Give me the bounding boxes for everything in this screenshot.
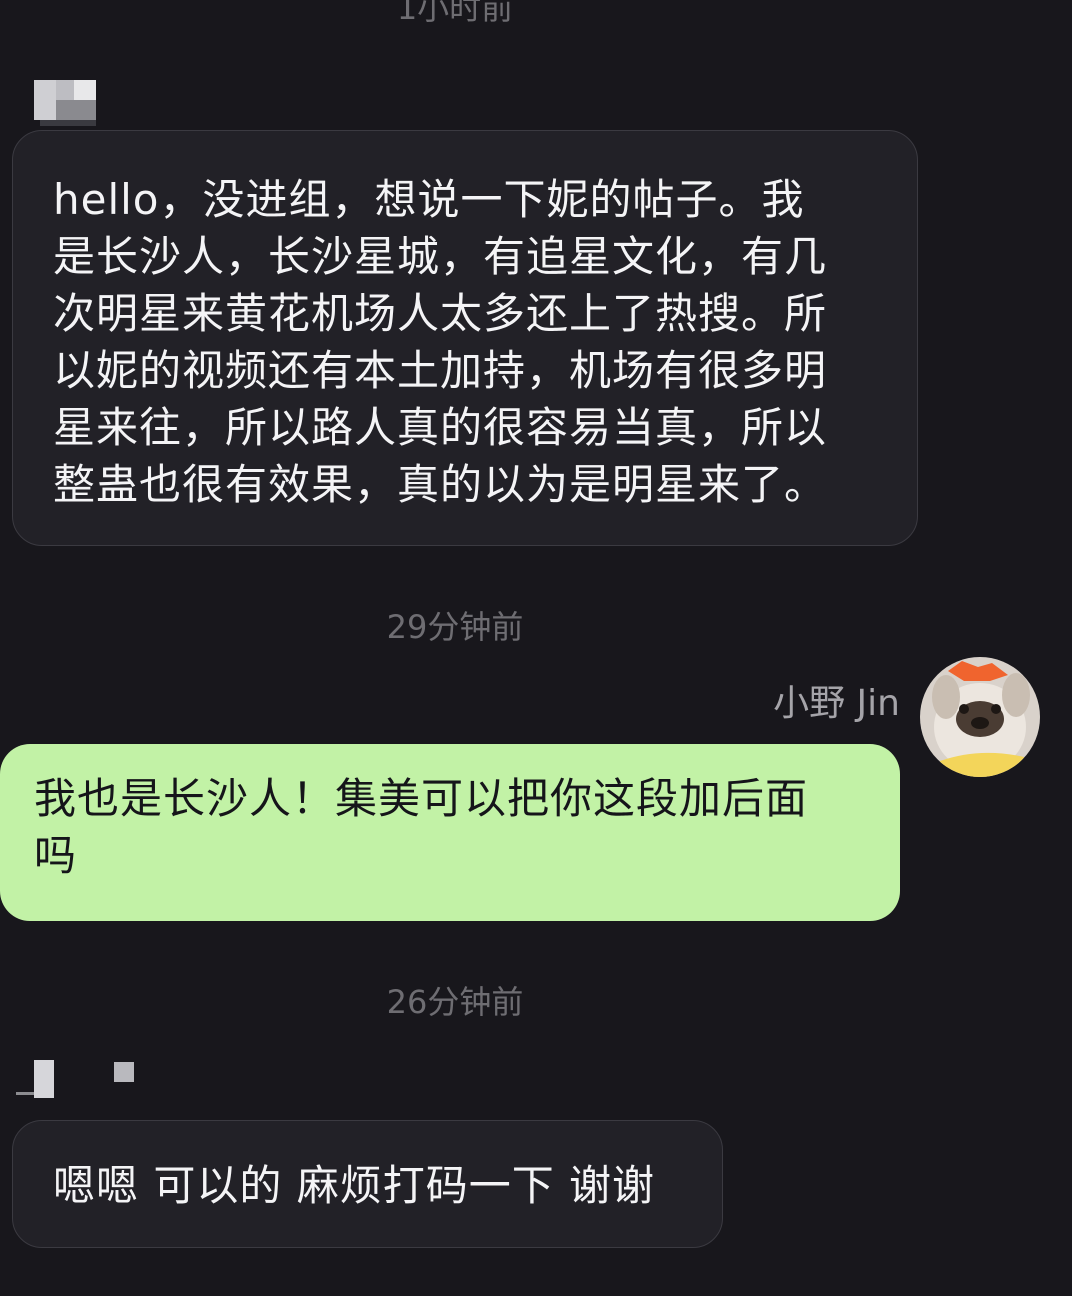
sender-name: 小野 Jin bbox=[773, 683, 900, 724]
timestamp-bottom: 26分钟前 bbox=[386, 983, 524, 1021]
message-text: 嗯嗯 可以的 麻烦打码一下 谢谢 bbox=[53, 1161, 656, 1210]
user-avatar[interactable] bbox=[920, 657, 1040, 777]
dog-avatar-icon bbox=[920, 657, 1040, 777]
censored-sender-name bbox=[34, 80, 96, 126]
timestamp-middle: 29分钟前 bbox=[386, 608, 524, 646]
timestamp-top: 1小时前 bbox=[396, 0, 514, 27]
outgoing-message-bubble[interactable]: 我也是长沙人！集美可以把你这段加后面 吗 bbox=[0, 744, 900, 921]
chat-screen: 1小时前 hello，没进组，想说一下妮的帖子。我 是长沙人，长沙星城，有追星文… bbox=[0, 0, 1072, 1296]
message-text: hello，没进组，想说一下妮的帖子。我 是长沙人，长沙星城，有追星文化，有几 … bbox=[53, 175, 828, 509]
incoming-message-bubble[interactable]: hello，没进组，想说一下妮的帖子。我 是长沙人，长沙星城，有追星文化，有几 … bbox=[12, 130, 918, 546]
censored-sender-name bbox=[16, 1060, 138, 1100]
incoming-message-bubble[interactable]: 嗯嗯 可以的 麻烦打码一下 谢谢 bbox=[12, 1120, 723, 1248]
message-text: 我也是长沙人！集美可以把你这段加后面 吗 bbox=[34, 774, 809, 880]
